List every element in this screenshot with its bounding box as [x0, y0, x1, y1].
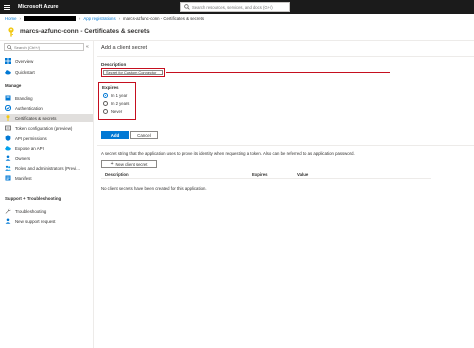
sidebar-item-troubleshooting[interactable]: Troubleshooting [0, 207, 93, 215]
page-title: marcs-azfunc-conn - Certificates & secre… [20, 28, 150, 35]
page-header: marcs-azfunc-conn - Certificates & secre… [0, 23, 474, 40]
client-secret-info: A secret string that the application use… [101, 151, 355, 156]
radio-label: In 1 year [111, 93, 128, 98]
wrench-icon [5, 208, 11, 214]
search-icon [184, 4, 190, 10]
sidebar-item-manifest[interactable]: Manifest [0, 174, 93, 182]
description-input[interactable]: Secret for Custom Connector [103, 70, 163, 75]
sidebar-item-label: Overview [15, 58, 34, 64]
sidebar-item-label: Owners [15, 155, 31, 161]
sidebar-item-quickstart[interactable]: Quickstart [0, 68, 93, 76]
expires-option-never[interactable]: Never [103, 109, 122, 114]
global-search[interactable] [180, 2, 290, 12]
sidebar-section-support: Support + Troubleshooting [5, 196, 62, 201]
sidebar-item-api-permissions[interactable]: API permissions [0, 134, 93, 142]
content-divider [97, 56, 474, 57]
column-description[interactable]: Description [105, 172, 129, 177]
manifest-icon [5, 175, 11, 181]
expires-option-2-years[interactable]: In 2 years [103, 101, 129, 106]
key-icon [8, 26, 14, 37]
radio-label: Never [111, 109, 123, 114]
sidebar-item-token-configuration[interactable]: Token configuration (preview) [0, 124, 93, 132]
sidebar-item-label: Expose an API [15, 145, 44, 151]
grid-icon [5, 58, 11, 64]
sidebar-item-owners[interactable]: Owners [0, 154, 93, 162]
radio-button[interactable] [103, 109, 108, 114]
permissions-icon [5, 135, 11, 141]
plus-icon: + [110, 161, 114, 167]
secrets-table-header: Description Expires Value [101, 172, 431, 179]
sidebar: « Overview Quickstart Manage Branding Au… [0, 41, 94, 348]
person-icon [5, 218, 11, 224]
expires-group: Expires In 1 year In 2 years Never [98, 82, 136, 120]
brand-title[interactable]: Microsoft Azure [18, 4, 59, 10]
global-search-input[interactable] [192, 3, 287, 11]
sidebar-item-roles-administrators[interactable]: Roles and administrators (Previ... [0, 164, 93, 172]
hamburger-menu-icon[interactable] [0, 0, 14, 14]
cloud-icon [5, 70, 11, 75]
sidebar-item-expose-api[interactable]: Expose an API [0, 144, 93, 152]
sidebar-item-label: Manifest [15, 175, 32, 181]
roles-icon [5, 165, 11, 171]
cancel-button[interactable]: Cancel [130, 131, 158, 139]
collapse-sidebar-button[interactable]: « [86, 44, 89, 50]
radio-button[interactable] [103, 93, 108, 98]
sidebar-item-new-support-request[interactable]: New support request [0, 217, 93, 225]
breadcrumb-app-registrations[interactable]: App registrations [83, 16, 115, 21]
sidebar-item-branding[interactable]: Branding [0, 94, 93, 102]
sidebar-item-label: Roles and administrators (Previ... [15, 165, 80, 171]
radio-button[interactable] [103, 101, 108, 106]
breadcrumb-separator: › [118, 16, 121, 21]
breadcrumb-current: marcs-azfunc-conn - Certificates & secre… [123, 16, 204, 21]
radio-label: In 2 years [111, 101, 130, 106]
expires-option-1-year[interactable]: In 1 year [103, 93, 127, 98]
secrets-empty-message: No client secrets have been created for … [101, 186, 207, 191]
sidebar-search[interactable] [4, 43, 84, 51]
key-icon [6, 115, 10, 121]
column-value[interactable]: Value [297, 172, 308, 177]
breadcrumb-home[interactable]: Home [5, 16, 16, 21]
cloud-api-icon [5, 146, 11, 151]
sidebar-item-authentication[interactable]: Authentication [0, 104, 93, 112]
sidebar-item-overview[interactable]: Overview [0, 57, 93, 65]
breadcrumb-separator: › [19, 16, 21, 21]
sidebar-item-label: New support request [15, 218, 56, 224]
expires-label: Expires [102, 85, 119, 90]
breadcrumb: Home › › App registrations › marcs-azfun… [5, 15, 204, 22]
add-client-secret-title: Add a client secret [101, 45, 148, 51]
owners-icon [5, 155, 11, 161]
sidebar-item-label: Token configuration (preview) [15, 125, 73, 131]
redacted-tenant [23, 16, 76, 21]
search-icon [7, 44, 12, 50]
description-field-underline [166, 72, 390, 73]
sidebar-search-input[interactable] [14, 44, 76, 50]
add-button[interactable]: Add [101, 131, 129, 139]
sidebar-item-label: Branding [15, 95, 33, 101]
top-bar: Microsoft Azure [0, 0, 474, 14]
authentication-icon [5, 105, 11, 111]
sidebar-item-label: Troubleshooting [15, 208, 47, 214]
branding-icon [5, 95, 11, 101]
sidebar-section-manage: Manage [5, 83, 22, 88]
description-label: Description [101, 62, 127, 67]
sidebar-item-label: Certificates & secrets [15, 115, 57, 121]
column-expires[interactable]: Expires [252, 172, 268, 177]
breadcrumb-separator: › [78, 16, 81, 21]
sidebar-item-label: Authentication [15, 105, 43, 111]
sidebar-item-label: API permissions [15, 135, 47, 141]
sidebar-item-certificates-secrets[interactable]: Certificates & secrets [0, 114, 93, 122]
sidebar-item-label: Quickstart [15, 69, 35, 75]
content-divider [97, 145, 474, 146]
new-client-secret-button[interactable]: + New client secret [101, 160, 157, 168]
description-field[interactable]: Secret for Custom Connector [101, 68, 165, 77]
token-icon [5, 125, 11, 131]
new-client-secret-label: New client secret [115, 161, 148, 167]
